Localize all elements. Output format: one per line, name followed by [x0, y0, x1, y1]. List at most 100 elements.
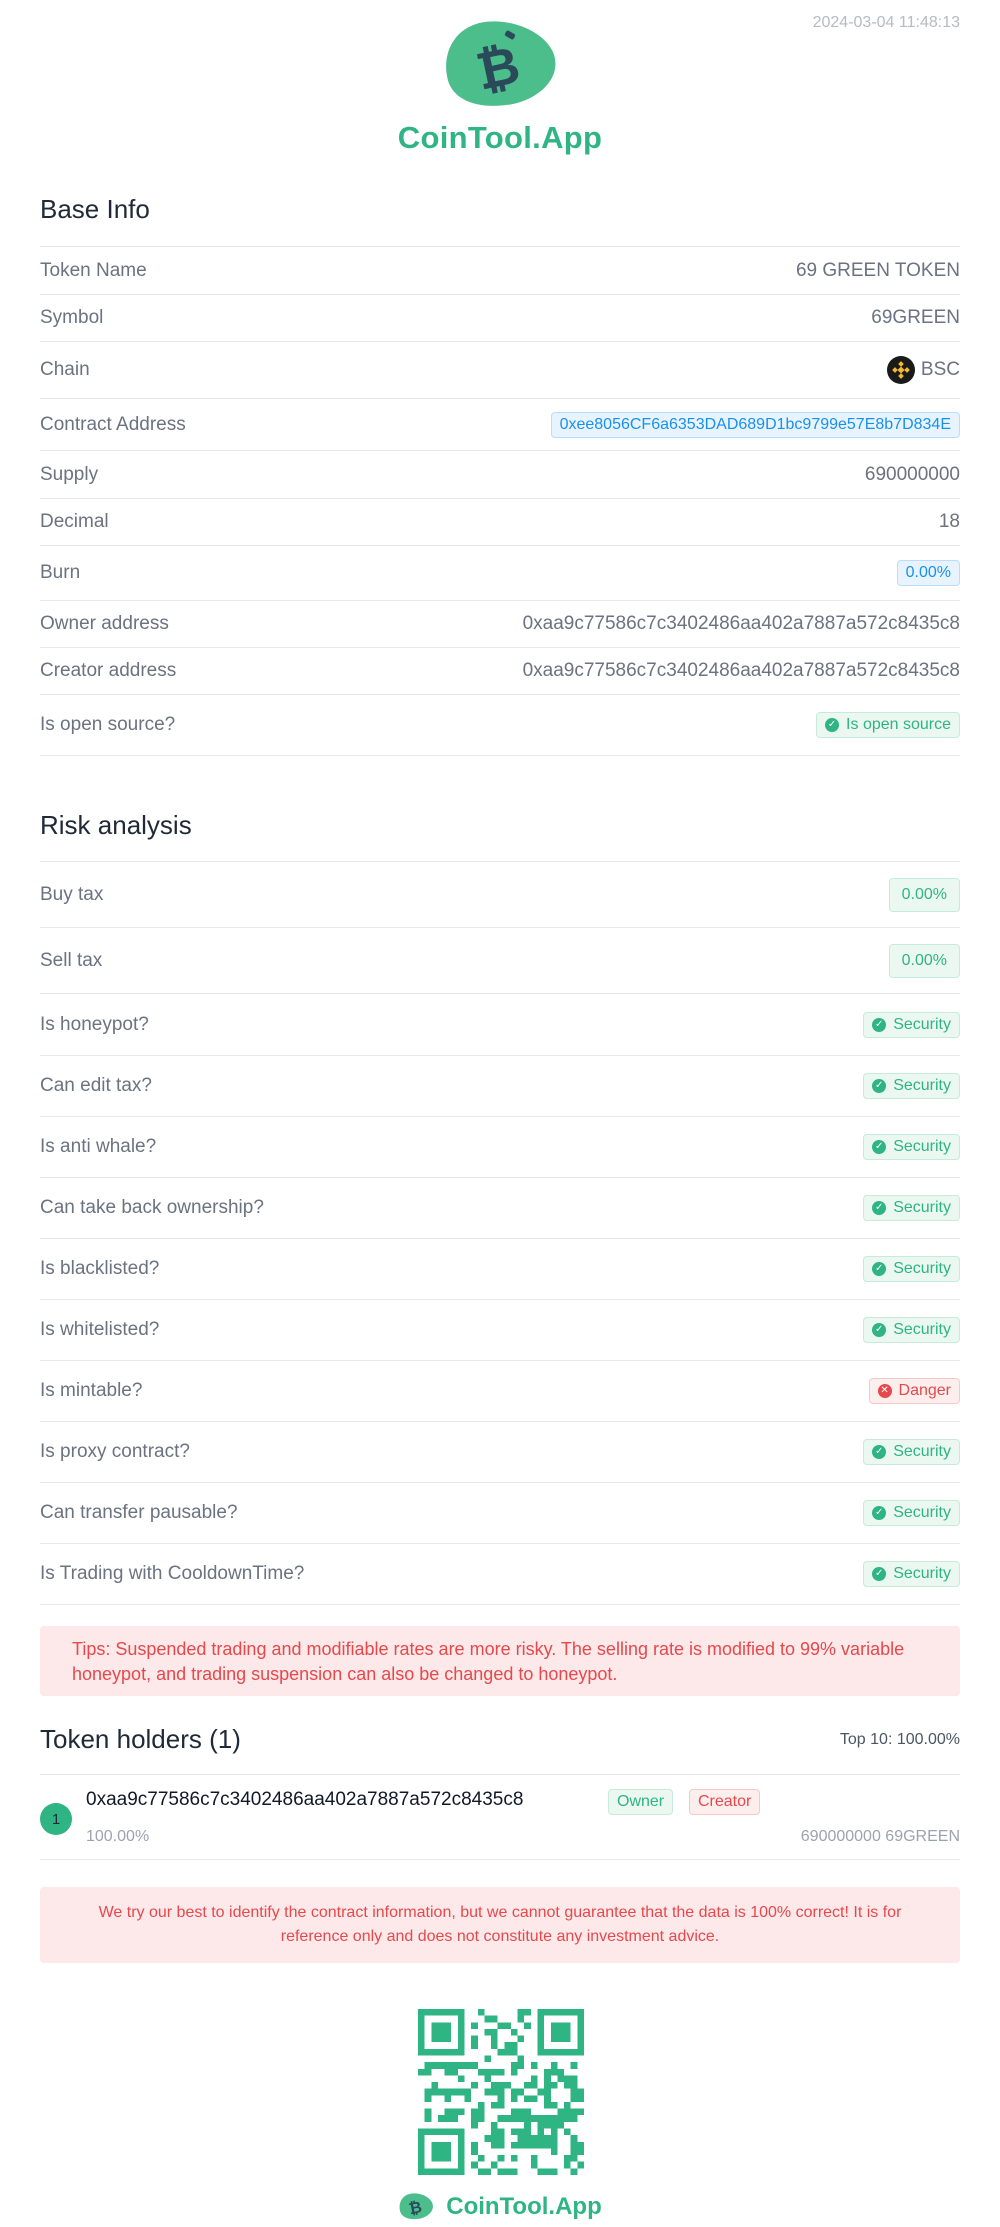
- risk-label: Can edit tax?: [40, 1075, 152, 1096]
- buy-tax-label: Buy tax: [40, 883, 104, 905]
- risk-label: Can take back ownership?: [40, 1197, 264, 1218]
- decimal-label: Decimal: [40, 511, 109, 532]
- contract-address-link[interactable]: 0xee8056CF6a6353DAD689D1bc9799e57E8b7D83…: [550, 411, 960, 438]
- sell-tax-label: Sell tax: [40, 949, 103, 971]
- holder-amount: 690000000 69GREEN: [800, 1828, 960, 1845]
- chain-row: Chain BSC: [40, 342, 960, 399]
- bnb-chain-icon: [886, 356, 915, 384]
- check-circle-icon: ✓: [872, 1201, 887, 1215]
- check-circle-icon: ✓: [872, 1506, 887, 1520]
- security-badge: ✓ Security: [863, 1317, 960, 1343]
- security-badge: ✓ Security: [863, 1073, 960, 1099]
- open-source-row: Is open source? ✓ Is open source: [40, 695, 960, 756]
- chain-value: BSC: [886, 356, 960, 384]
- risk-row: Is mintable? ✕ Danger: [40, 1361, 960, 1422]
- check-circle-icon: ✓: [872, 1323, 887, 1337]
- owner-tag: Owner: [608, 1789, 674, 1815]
- tips-banner: Tips: Suspended trading and modifiable r…: [40, 1626, 960, 1696]
- risk-row: Is Trading with CooldownTime? ✓ Security: [40, 1544, 960, 1605]
- risk-label: Is mintable?: [40, 1380, 143, 1401]
- creator-value: 0xaa9c77586c7c3402486aa402a7887a572c8435…: [522, 660, 960, 681]
- security-badge: ✓ Security: [863, 1500, 960, 1526]
- risk-items: Is honeypot? ✓ Security Can edit tax? ✓ Secur…: [40, 994, 960, 1605]
- risk-row: Is honeypot? ✓ Security: [40, 994, 960, 1056]
- contract-row: Contract Address 0xee8056CF6a6353DAD689D…: [40, 399, 960, 451]
- check-circle-icon: ✓: [872, 1017, 887, 1032]
- brand-name: CoinTool.App: [397, 120, 603, 155]
- risk-label: Can transfer pausable?: [40, 1502, 238, 1523]
- token-holders-title: Token holders (1): [40, 1724, 241, 1754]
- risk-row: Can edit tax? ✓ Security: [40, 1056, 960, 1117]
- security-badge: ✓ Security: [863, 1439, 960, 1465]
- risk-label: Is anti whale?: [40, 1136, 157, 1157]
- creator-row: Creator address 0xaa9c77586c7c3402486aa4…: [40, 648, 960, 695]
- open-source-label: Is open source?: [40, 714, 176, 735]
- chain-label: Chain: [40, 359, 90, 380]
- decimal-value: 18: [938, 511, 960, 532]
- supply-label: Supply: [40, 463, 99, 485]
- sell-tax-badge: 0.00%: [888, 943, 960, 978]
- creator-label: Creator address: [40, 660, 177, 681]
- owner-label: Owner address: [40, 613, 169, 634]
- burn-row: Burn 0.00%: [40, 546, 960, 601]
- risk-label: Is blacklisted?: [40, 1258, 160, 1279]
- creator-tag: Creator: [689, 1789, 761, 1815]
- risk-row: Is proxy contract? ✓ Security: [40, 1422, 960, 1483]
- cointool-logo-icon: ₿: [446, 21, 556, 106]
- holder-row[interactable]: 1 0xaa9c77586c7c3402486aa402a7887a572c84…: [40, 1774, 960, 1860]
- base-info-list: Token Name 69 GREEN TOKEN Symbol 69GREEN…: [40, 246, 960, 756]
- x-circle-icon: ✕: [877, 1384, 892, 1398]
- open-source-badge: ✓ Is open source: [816, 712, 960, 738]
- risk-row: Is blacklisted? ✓ Security: [40, 1239, 960, 1300]
- check-circle-icon: ✓: [872, 1079, 887, 1093]
- risk-row: Is anti whale? ✓ Security: [40, 1117, 960, 1178]
- disclaimer-banner: We try our best to identify the contract…: [40, 1887, 960, 1963]
- burn-badge: 0.00%: [896, 560, 960, 586]
- burn-label: Burn: [40, 562, 81, 583]
- check-circle-icon: ✓: [872, 1567, 887, 1581]
- footer-brand-name: CoinTool.App: [446, 2193, 602, 2220]
- danger-badge: ✕ Danger: [868, 1378, 960, 1404]
- supply-value: 690000000: [864, 463, 960, 485]
- cointool-logo-icon: ₿: [399, 2193, 434, 2220]
- security-badge: ✓ Security: [863, 1256, 960, 1282]
- check-circle-icon: ✓: [825, 718, 840, 732]
- risk-row: Is whitelisted? ✓ Security: [40, 1300, 960, 1361]
- risk-analysis-title: Risk analysis: [40, 810, 192, 840]
- risk-list: Buy tax 0.00% Sell tax 0.00% Is honeypot…: [40, 861, 960, 1605]
- security-badge: ✓ Security: [863, 1195, 960, 1221]
- contract-label: Contract Address: [40, 413, 186, 435]
- check-circle-icon: ✓: [872, 1262, 887, 1276]
- risk-label: Is whitelisted?: [40, 1319, 160, 1340]
- symbol-row: Symbol 69GREEN: [40, 295, 960, 342]
- brand-header: ₿ CoinTool.App: [0, 18, 1000, 156]
- decimal-row: Decimal 18: [40, 499, 960, 546]
- security-badge: ✓ Security: [863, 1561, 960, 1587]
- footer-brand: ₿ CoinTool.App: [0, 2192, 1000, 2222]
- security-badge: ✓ Security: [863, 1134, 960, 1160]
- chain-name: BSC: [920, 359, 960, 380]
- risk-label: Is Trading with CooldownTime?: [40, 1563, 305, 1584]
- risk-label: Is proxy contract?: [40, 1441, 190, 1462]
- holder-percent: 100.00%: [86, 1828, 150, 1845]
- token-name-label: Token Name: [40, 259, 147, 281]
- token-name-row: Token Name 69 GREEN TOKEN: [40, 247, 960, 295]
- owner-value: 0xaa9c77586c7c3402486aa402a7887a572c8435…: [522, 613, 960, 634]
- token-name-value: 69 GREEN TOKEN: [795, 259, 960, 281]
- check-circle-icon: ✓: [872, 1140, 887, 1154]
- buy-tax-badge: 0.00%: [888, 877, 960, 912]
- security-badge: ✓ Security: [863, 1011, 960, 1038]
- holder-rank: 1: [40, 1803, 72, 1835]
- risk-label: Is honeypot?: [40, 1013, 149, 1035]
- sell-tax-row: Sell tax 0.00%: [40, 928, 960, 994]
- top10-summary: Top 10: 100.00%: [839, 1730, 960, 1748]
- token-holders-header: Token holders (1) Top 10: 100.00%: [40, 1724, 960, 1755]
- buy-tax-row: Buy tax 0.00%: [40, 862, 960, 928]
- risk-row: Can take back ownership? ✓ Security: [40, 1178, 960, 1239]
- symbol-label: Symbol: [40, 307, 104, 328]
- base-info-title: Base Info: [40, 194, 150, 224]
- symbol-value: 69GREEN: [871, 307, 960, 328]
- owner-row: Owner address 0xaa9c77586c7c3402486aa402…: [40, 601, 960, 648]
- qr-code: [418, 2009, 584, 2175]
- holder-address[interactable]: 0xaa9c77586c7c3402486aa402a7887a572c8435…: [86, 1789, 523, 1811]
